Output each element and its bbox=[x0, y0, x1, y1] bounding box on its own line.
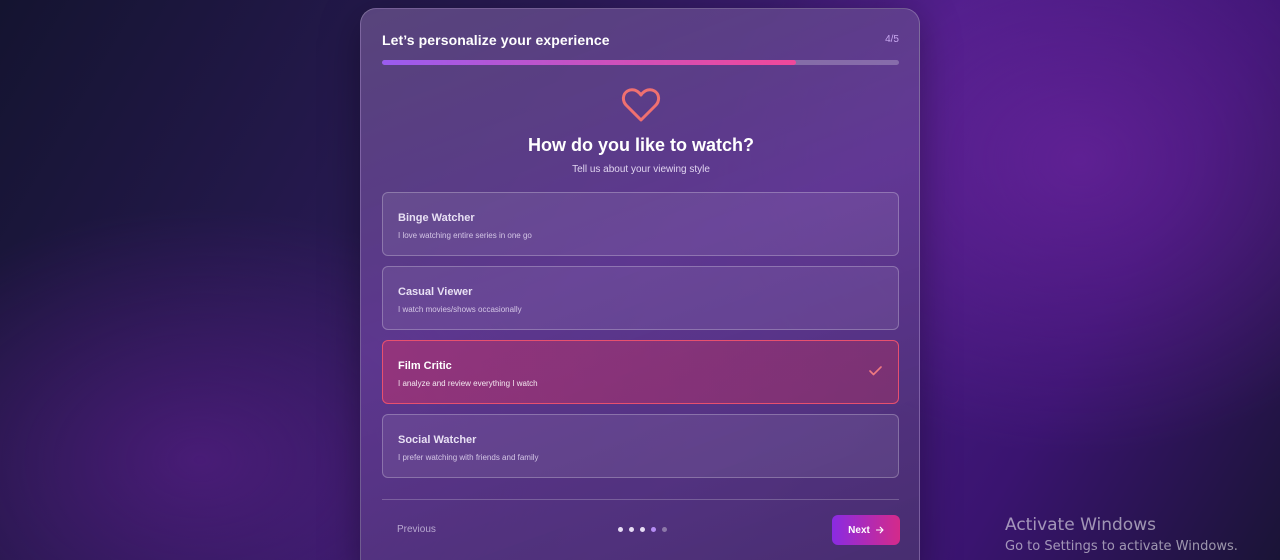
step-dot bbox=[629, 527, 634, 532]
check-icon bbox=[869, 366, 882, 376]
step-dot-current bbox=[651, 527, 656, 532]
option-film-critic[interactable]: Film Critic I analyze and review everyth… bbox=[382, 340, 899, 404]
watermark-subtitle: Go to Settings to activate Windows. bbox=[1005, 539, 1238, 554]
progress-bar bbox=[382, 60, 899, 65]
onboarding-card: Let’s personalize your experience 4/5 Ho… bbox=[360, 8, 920, 560]
watermark-title: Activate Windows bbox=[1005, 515, 1156, 535]
option-social-watcher[interactable]: Social Watcher I prefer watching with fr… bbox=[382, 414, 899, 478]
option-description: I analyze and review everything I watch bbox=[398, 379, 538, 388]
arrow-right-icon bbox=[875, 526, 884, 534]
previous-button[interactable]: Previous bbox=[397, 524, 436, 535]
progress-bar-fill bbox=[382, 60, 796, 65]
step-counter: 4/5 bbox=[885, 34, 899, 45]
question-subtitle: Tell us about your viewing style bbox=[572, 164, 710, 175]
next-button[interactable]: Next bbox=[832, 515, 900, 545]
header-title: Let’s personalize your experience bbox=[382, 32, 610, 48]
footer-divider bbox=[382, 499, 899, 500]
step-dots bbox=[618, 527, 667, 532]
option-description: I watch movies/shows occasionally bbox=[398, 305, 522, 314]
option-description: I love watching entire series in one go bbox=[398, 231, 532, 240]
windows-activation-watermark: Activate Windows Go to Settings to activ… bbox=[1005, 515, 1238, 554]
option-casual-viewer[interactable]: Casual Viewer I watch movies/shows occas… bbox=[382, 266, 899, 330]
option-title: Casual Viewer bbox=[398, 286, 473, 298]
option-title: Film Critic bbox=[398, 360, 452, 372]
option-description: I prefer watching with friends and famil… bbox=[398, 453, 539, 462]
step-dot bbox=[662, 527, 667, 532]
question-heading: How do you like to watch? bbox=[527, 135, 754, 155]
option-title: Social Watcher bbox=[398, 434, 477, 446]
option-list: Binge Watcher I love watching entire ser… bbox=[382, 192, 899, 488]
step-dot bbox=[618, 527, 623, 532]
heart-icon bbox=[621, 88, 661, 122]
next-button-label: Next bbox=[848, 524, 870, 536]
step-dot bbox=[640, 527, 645, 532]
option-binge-watcher[interactable]: Binge Watcher I love watching entire ser… bbox=[382, 192, 899, 256]
option-title: Binge Watcher bbox=[398, 212, 475, 224]
